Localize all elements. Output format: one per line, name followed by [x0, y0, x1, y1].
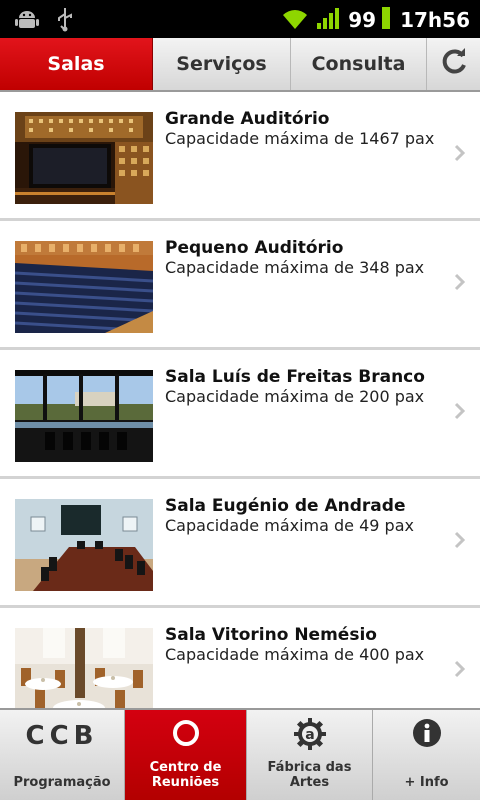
room-title: Sala Luís de Freitas Branco	[165, 367, 425, 387]
room-list: Grande Auditório Capacidade máxima de 14…	[0, 92, 480, 708]
nav-label: + Info	[404, 775, 449, 790]
room-capacity: Capacidade máxima de 348 pax	[165, 258, 425, 277]
list-item[interactable]: Pequeno Auditório Capacidade máxima de 3…	[0, 221, 480, 350]
status-bar: 99 17h56	[0, 0, 480, 38]
room-photo-sala-luis-de-freitas-branco	[15, 370, 153, 462]
list-item[interactable]: Grande Auditório Capacidade máxima de 14…	[0, 92, 480, 221]
room-photo-grande-auditorio	[15, 112, 153, 204]
nav-centro-de-reunioes[interactable]: Centro de Reuniões	[125, 710, 247, 800]
nav-label: Programação	[13, 775, 111, 790]
room-photo-sala-vitorino-nemesio	[15, 628, 153, 708]
room-title: Sala Vitorino Nemésio	[165, 625, 377, 645]
nav-programacao[interactable]: CCB Programação	[0, 710, 125, 800]
ring-icon	[171, 718, 201, 752]
refresh-button[interactable]	[427, 38, 480, 90]
chevron-right-icon	[454, 273, 466, 295]
room-capacity: Capacidade máxima de 200 pax	[165, 387, 425, 406]
info-icon	[412, 718, 442, 752]
android-debug-icon	[14, 6, 40, 36]
chevron-right-icon	[454, 144, 466, 166]
room-photo-pequeno-auditorio	[15, 241, 153, 333]
nav-label: Centro de Reuniões	[149, 760, 222, 790]
room-capacity: Capacidade máxima de 1467 pax	[165, 129, 435, 148]
signal-icon	[316, 6, 342, 34]
room-title: Sala Eugénio de Andrade	[165, 496, 406, 516]
battery-icon	[382, 6, 391, 34]
tab-consulta[interactable]: Consulta	[291, 38, 427, 90]
clock: 17h56	[400, 8, 470, 32]
list-item[interactable]: Sala Vitorino Nemésio Capacidade máxima …	[0, 608, 480, 708]
refresh-icon	[440, 47, 468, 81]
room-title: Pequeno Auditório	[165, 238, 344, 258]
usb-icon	[56, 6, 74, 36]
top-tab-bar: Salas Serviços Consulta	[0, 38, 480, 92]
chevron-right-icon	[454, 402, 466, 424]
wifi-icon	[280, 5, 310, 35]
room-capacity: Capacidade máxima de 400 pax	[165, 645, 425, 664]
chevron-right-icon	[454, 660, 466, 682]
bottom-nav: CCB Programação Centro de Reuniões a Fáb…	[0, 708, 480, 800]
list-item[interactable]: Sala Luís de Freitas Branco Capacidade m…	[0, 350, 480, 479]
ccb-logo: CCB	[25, 721, 99, 751]
nav-info[interactable]: + Info	[373, 710, 480, 800]
nav-fabrica-das-artes[interactable]: a Fábrica das Artes	[247, 710, 373, 800]
room-capacity: Capacidade máxima de 49 pax	[165, 516, 414, 535]
tab-servicos[interactable]: Serviços	[153, 38, 291, 90]
list-item[interactable]: Sala Eugénio de Andrade Capacidade máxim…	[0, 479, 480, 608]
tab-salas[interactable]: Salas	[0, 38, 153, 90]
room-title: Grande Auditório	[165, 109, 330, 129]
chevron-right-icon	[454, 531, 466, 553]
battery-level: 99	[348, 8, 377, 32]
room-photo-sala-eugenio-de-andrade	[15, 499, 153, 591]
nav-label: Fábrica das Artes	[267, 760, 352, 790]
svg-text:a: a	[305, 727, 314, 743]
gear-a-icon: a	[293, 718, 326, 754]
